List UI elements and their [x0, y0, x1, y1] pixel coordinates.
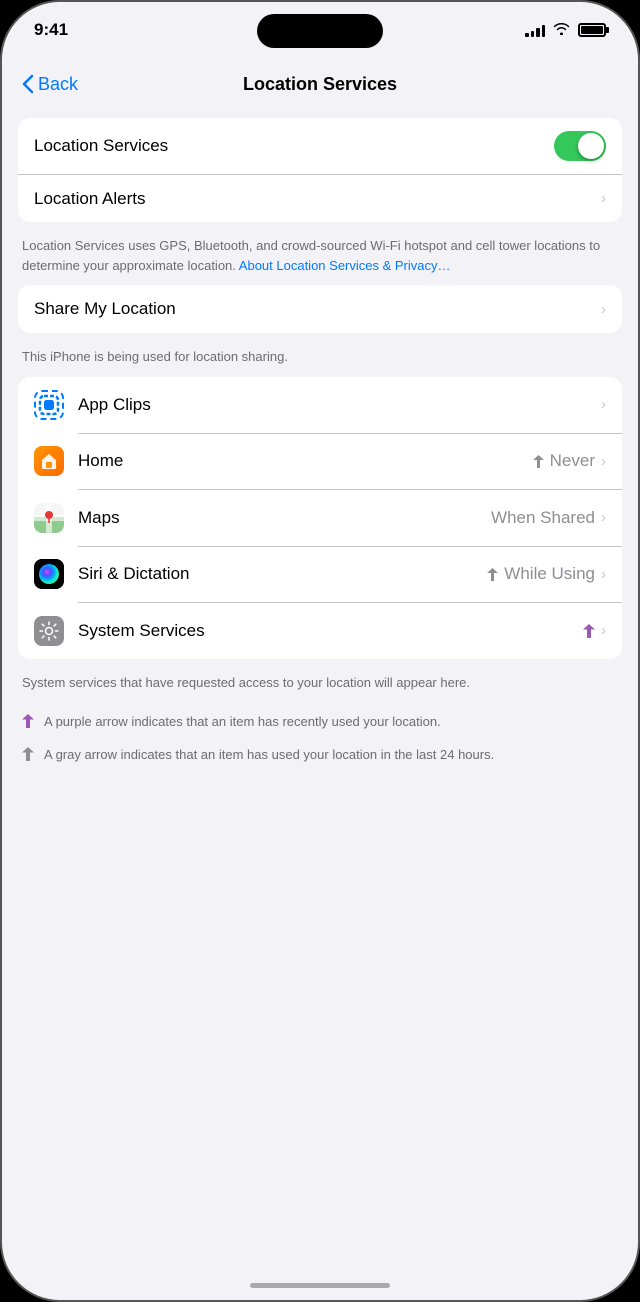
phone-frame: 9:41	[0, 0, 640, 1302]
legend-gray-row: A gray arrow indicates that an item has …	[22, 739, 618, 772]
legend-section: A purple arrow indicates that an item ha…	[18, 702, 622, 780]
legend-purple-text: A purple arrow indicates that an item ha…	[44, 712, 441, 732]
legend-purple-row: A purple arrow indicates that an item ha…	[22, 706, 618, 739]
home-label: Home	[78, 451, 533, 471]
app-clips-row[interactable]: App Clips ›	[18, 377, 622, 433]
location-services-label: Location Services	[34, 136, 554, 156]
toggle-knob	[578, 133, 604, 159]
app-clips-icon	[34, 390, 64, 420]
share-my-location-row[interactable]: Share My Location ›	[18, 285, 622, 333]
system-services-icon	[34, 616, 64, 646]
page-title: Location Services	[243, 74, 397, 95]
siri-label: Siri & Dictation	[78, 564, 487, 584]
share-my-location-label: Share My Location	[34, 299, 595, 319]
screen: 9:41	[2, 2, 638, 1300]
system-services-row[interactable]: System Services ›	[18, 603, 622, 659]
maps-label: Maps	[78, 508, 491, 528]
chevron-icon: ›	[601, 566, 606, 583]
nav-bar: Back Location Services	[2, 58, 638, 110]
dynamic-island	[257, 14, 383, 48]
home-row[interactable]: Home Never ›	[18, 433, 622, 489]
gray-arrow-icon	[22, 747, 34, 766]
home-indicator	[250, 1283, 390, 1288]
location-services-toggle[interactable]	[554, 131, 606, 161]
location-services-row[interactable]: Location Services	[18, 118, 622, 174]
chevron-icon: ›	[601, 453, 606, 470]
chevron-icon: ›	[601, 622, 606, 639]
status-time: 9:41	[34, 20, 68, 40]
battery-icon	[578, 23, 606, 37]
chevron-icon: ›	[601, 396, 606, 413]
signal-bars-icon	[525, 23, 545, 37]
maps-icon	[34, 503, 64, 533]
location-alerts-label: Location Alerts	[34, 189, 595, 209]
share-location-group: Share My Location ›	[18, 285, 622, 333]
chevron-icon: ›	[601, 190, 606, 207]
siri-icon	[34, 559, 64, 589]
status-bar: 9:41	[2, 2, 638, 58]
home-icon	[34, 446, 64, 476]
purple-arrow-icon	[22, 714, 34, 733]
home-value: Never	[533, 451, 595, 471]
privacy-link[interactable]: About Location Services & Privacy…	[239, 258, 451, 273]
system-services-footnote: System services that have requested acce…	[18, 667, 622, 703]
location-services-group: Location Services Location Alerts ›	[18, 118, 622, 222]
maps-row[interactable]: Maps When Shared ›	[18, 490, 622, 546]
scroll-content: Location Services Location Alerts › Loca…	[2, 110, 638, 1260]
share-location-footnote: This iPhone is being used for location s…	[18, 341, 622, 377]
chevron-icon: ›	[601, 301, 606, 318]
system-services-label: System Services	[78, 621, 583, 641]
legend-gray-text: A gray arrow indicates that an item has …	[44, 745, 494, 765]
maps-value: When Shared	[491, 508, 595, 528]
apps-group: App Clips › Home	[18, 377, 622, 659]
siri-value: While Using	[487, 564, 595, 584]
app-clips-label: App Clips	[78, 395, 595, 415]
status-icons	[525, 22, 606, 38]
chevron-icon: ›	[601, 509, 606, 526]
system-services-value	[583, 624, 595, 638]
back-button[interactable]: Back	[22, 74, 78, 95]
wifi-icon	[553, 22, 570, 38]
location-description: Location Services uses GPS, Bluetooth, a…	[18, 230, 622, 285]
siri-row[interactable]: Siri & Dictation While Using ›	[18, 546, 622, 602]
location-alerts-row[interactable]: Location Alerts ›	[18, 174, 622, 222]
